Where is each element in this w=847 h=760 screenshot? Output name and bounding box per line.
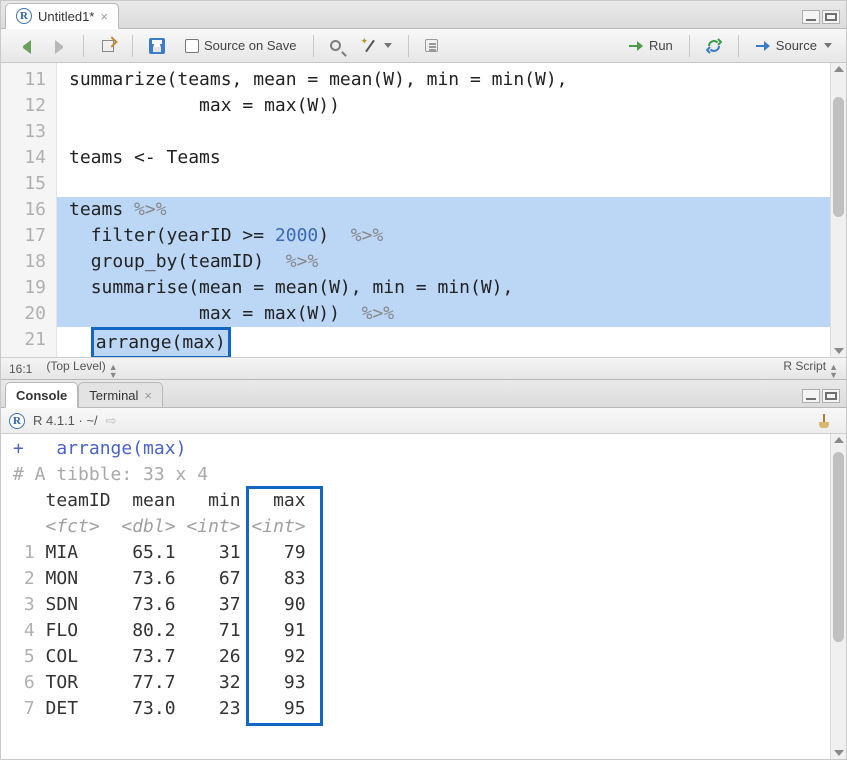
file-type-selector[interactable]: R Script▲▼: [783, 359, 838, 379]
console-pane: Console Terminal × R R 4.1.1 · ~/ ⇨ + ar…: [1, 380, 846, 759]
rscript-file-icon: R: [16, 8, 32, 24]
broom-icon: [816, 413, 832, 429]
save-button[interactable]: [143, 35, 171, 57]
code-tools-button[interactable]: [355, 35, 398, 57]
arrow-right-icon: [51, 38, 67, 54]
maximize-pane-button[interactable]: [822, 389, 840, 403]
console-tab-label: Console: [16, 388, 67, 403]
editor-tab[interactable]: R Untitled1* ×: [5, 3, 119, 29]
table-row: 1 MIA 65.1 31 79: [13, 540, 846, 566]
clear-console-button[interactable]: [810, 410, 838, 432]
code-line: summarize(teams, mean = mean(W), min = m…: [69, 69, 568, 90]
scroll-down-icon[interactable]: [834, 750, 844, 756]
terminal-tab-label: Terminal: [89, 388, 138, 403]
show-in-new-window-button[interactable]: [94, 35, 122, 57]
arrange-highlight-box: arrange(max): [91, 327, 231, 357]
r-logo-icon: R: [9, 413, 25, 429]
checkbox-icon: [185, 39, 199, 53]
console-info-bar: R R 4.1.1 · ~/ ⇨: [1, 408, 846, 434]
code-line: max = max(W)): [69, 95, 340, 116]
nav-back-button[interactable]: [9, 35, 37, 57]
close-icon[interactable]: ×: [100, 9, 108, 24]
table-row: 6 TOR 77.7 32 93: [13, 670, 846, 696]
code-line: teams <- Teams: [69, 147, 221, 168]
editor-tab-title: Untitled1*: [38, 9, 94, 24]
pane-window-buttons: [796, 6, 846, 28]
outline-button[interactable]: [419, 36, 444, 55]
run-button[interactable]: Run: [622, 35, 679, 57]
editor-tabbar: R Untitled1* ×: [1, 1, 846, 29]
find-replace-button[interactable]: [324, 37, 347, 54]
console-echo-command: arrange(max): [56, 438, 186, 459]
r-version-path: R 4.1.1 · ~/: [33, 413, 98, 428]
run-arrow-icon: [628, 38, 644, 54]
wand-icon: [361, 38, 377, 54]
scroll-up-icon[interactable]: [834, 437, 844, 443]
rstudio-app: R Untitled1* × Source on Save: [0, 0, 847, 760]
table-row: 5 COL 73.7 26 92: [13, 644, 846, 670]
outline-icon: [425, 39, 438, 52]
console-tabbar: Console Terminal ×: [1, 380, 846, 408]
minimize-pane-button[interactable]: [802, 389, 820, 403]
table-row: 3 SDN 73.6 37 90: [13, 592, 846, 618]
editor-statusbar: 16:1 (Top Level)▲▼ R Script▲▼: [1, 357, 846, 379]
table-row: 7 DET 73.0 23 95: [13, 696, 846, 722]
save-icon: [149, 38, 165, 54]
source-label: Source: [776, 38, 817, 53]
minimize-pane-button[interactable]: [802, 10, 820, 24]
code-content[interactable]: summarize(teams, mean = mean(W), min = m…: [57, 63, 846, 357]
code-editor[interactable]: 11 12 13 14 15 16 17 18 19 20 21 summari…: [1, 63, 846, 357]
rerun-button[interactable]: [700, 35, 728, 57]
console-tab[interactable]: Console: [5, 382, 78, 408]
editor-toolbar: Source on Save Run Source: [1, 29, 846, 63]
scroll-up-icon[interactable]: [834, 66, 844, 72]
source-arrow-icon: [755, 38, 771, 54]
console-output[interactable]: + arrange(max) # A tibble: 33 x 4 teamID…: [1, 434, 846, 759]
terminal-tab[interactable]: Terminal ×: [78, 382, 163, 408]
chevron-down-icon: [384, 43, 392, 48]
maximize-pane-button[interactable]: [822, 10, 840, 24]
console-vertical-scrollbar[interactable]: [830, 434, 846, 759]
pane-window-buttons: [796, 385, 846, 407]
column-types: <fct> <dbl> <int> <int>: [13, 514, 846, 540]
source-button[interactable]: Source: [749, 35, 838, 57]
cursor-position: 16:1: [9, 362, 32, 376]
popout-icon: [100, 38, 116, 54]
close-icon[interactable]: ×: [144, 388, 152, 403]
scope-selector[interactable]: (Top Level)▲▼: [46, 359, 117, 379]
source-editor-pane: R Untitled1* × Source on Save: [1, 1, 846, 380]
arrow-left-icon: [15, 38, 31, 54]
chevron-down-icon: [824, 43, 832, 48]
tibble-summary: # A tibble: 33 x 4: [13, 462, 846, 488]
source-on-save-toggle[interactable]: Source on Save: [179, 35, 303, 56]
line-gutter: 11 12 13 14 15 16 17 18 19 20 21: [1, 63, 57, 357]
search-icon: [330, 40, 341, 51]
nav-forward-button[interactable]: [45, 35, 73, 57]
editor-vertical-scrollbar[interactable]: [830, 63, 846, 357]
rerun-icon: [706, 38, 722, 54]
source-on-save-label: Source on Save: [204, 38, 297, 53]
run-label: Run: [649, 38, 673, 53]
scrollbar-thumb[interactable]: [833, 97, 844, 217]
column-headers: teamID mean min max: [13, 488, 846, 514]
scrollbar-thumb[interactable]: [833, 452, 844, 642]
table-row: 2 MON 73.6 67 83: [13, 566, 846, 592]
code-line: teams: [69, 199, 134, 220]
scroll-down-icon[interactable]: [834, 348, 844, 354]
table-row: 4 FLO 80.2 71 91: [13, 618, 846, 644]
